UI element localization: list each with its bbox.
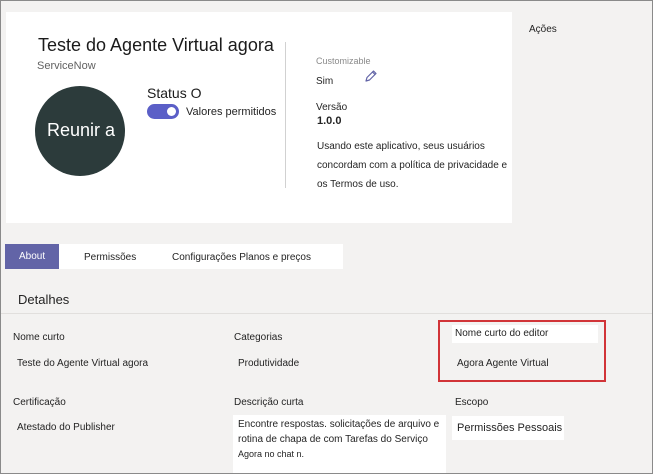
toggle-knob	[167, 107, 176, 116]
toggle-label: Valores permitidos	[186, 106, 277, 118]
short-description-line: rotina de chapa de com Tarefas do Serviç…	[238, 434, 428, 445]
version-value: 1.0.0	[317, 115, 342, 127]
short-description-line: Agora no chat n.	[238, 449, 305, 459]
avatar-text: Reunir a	[47, 120, 116, 140]
highlight-box	[438, 320, 606, 382]
status-label: Status O	[147, 85, 202, 101]
customizable-label: Customizable	[316, 56, 371, 66]
vertical-divider	[285, 42, 286, 188]
tab-about[interactable]: About	[5, 244, 60, 269]
app-details-window: Teste do Agente Virtual agora ServiceNow…	[0, 0, 653, 474]
short-description-line: Encontre respostas. solicitações de arqu…	[238, 419, 440, 430]
details-divider	[1, 313, 652, 314]
actions-label: Ações	[529, 24, 557, 35]
app-avatar: Reunir a	[35, 86, 125, 176]
version-label: Versão	[316, 102, 348, 113]
certification-value: Atestado do Publisher	[17, 422, 115, 433]
certification-label: Certificação	[13, 397, 66, 408]
short-description-label: Descrição curta	[234, 397, 304, 408]
short-name-label: Nome curto	[13, 332, 65, 343]
status-toggle[interactable]	[147, 104, 179, 119]
categories-value: Produtividade	[238, 358, 300, 369]
pencil-edit-icon[interactable]	[363, 68, 379, 84]
short-description-value: Encontre respostas. solicitações de arqu…	[238, 417, 439, 462]
categories-label: Categorias	[234, 332, 283, 343]
scope-value: Permissões Pessoais	[457, 422, 563, 434]
tab-permissoes[interactable]: Permissões	[84, 244, 136, 269]
short-name-value: Teste do Agente Virtual agora	[17, 358, 149, 369]
app-title: Teste do Agente Virtual agora	[38, 35, 274, 55]
app-publisher: ServiceNow	[37, 60, 96, 72]
app-header-card: Teste do Agente Virtual agora ServiceNow…	[6, 12, 512, 223]
scope-label: Escopo	[455, 397, 489, 408]
tab-configuracoes-planos[interactable]: Configurações Planos e preços	[172, 244, 311, 269]
privacy-notice: Usando este aplicativo, seus usuários co…	[317, 141, 508, 190]
tab-bar: About Permissões Configurações Planos e …	[5, 244, 343, 269]
customizable-value: Sim	[316, 76, 334, 87]
details-heading: Detalhes	[18, 292, 70, 307]
